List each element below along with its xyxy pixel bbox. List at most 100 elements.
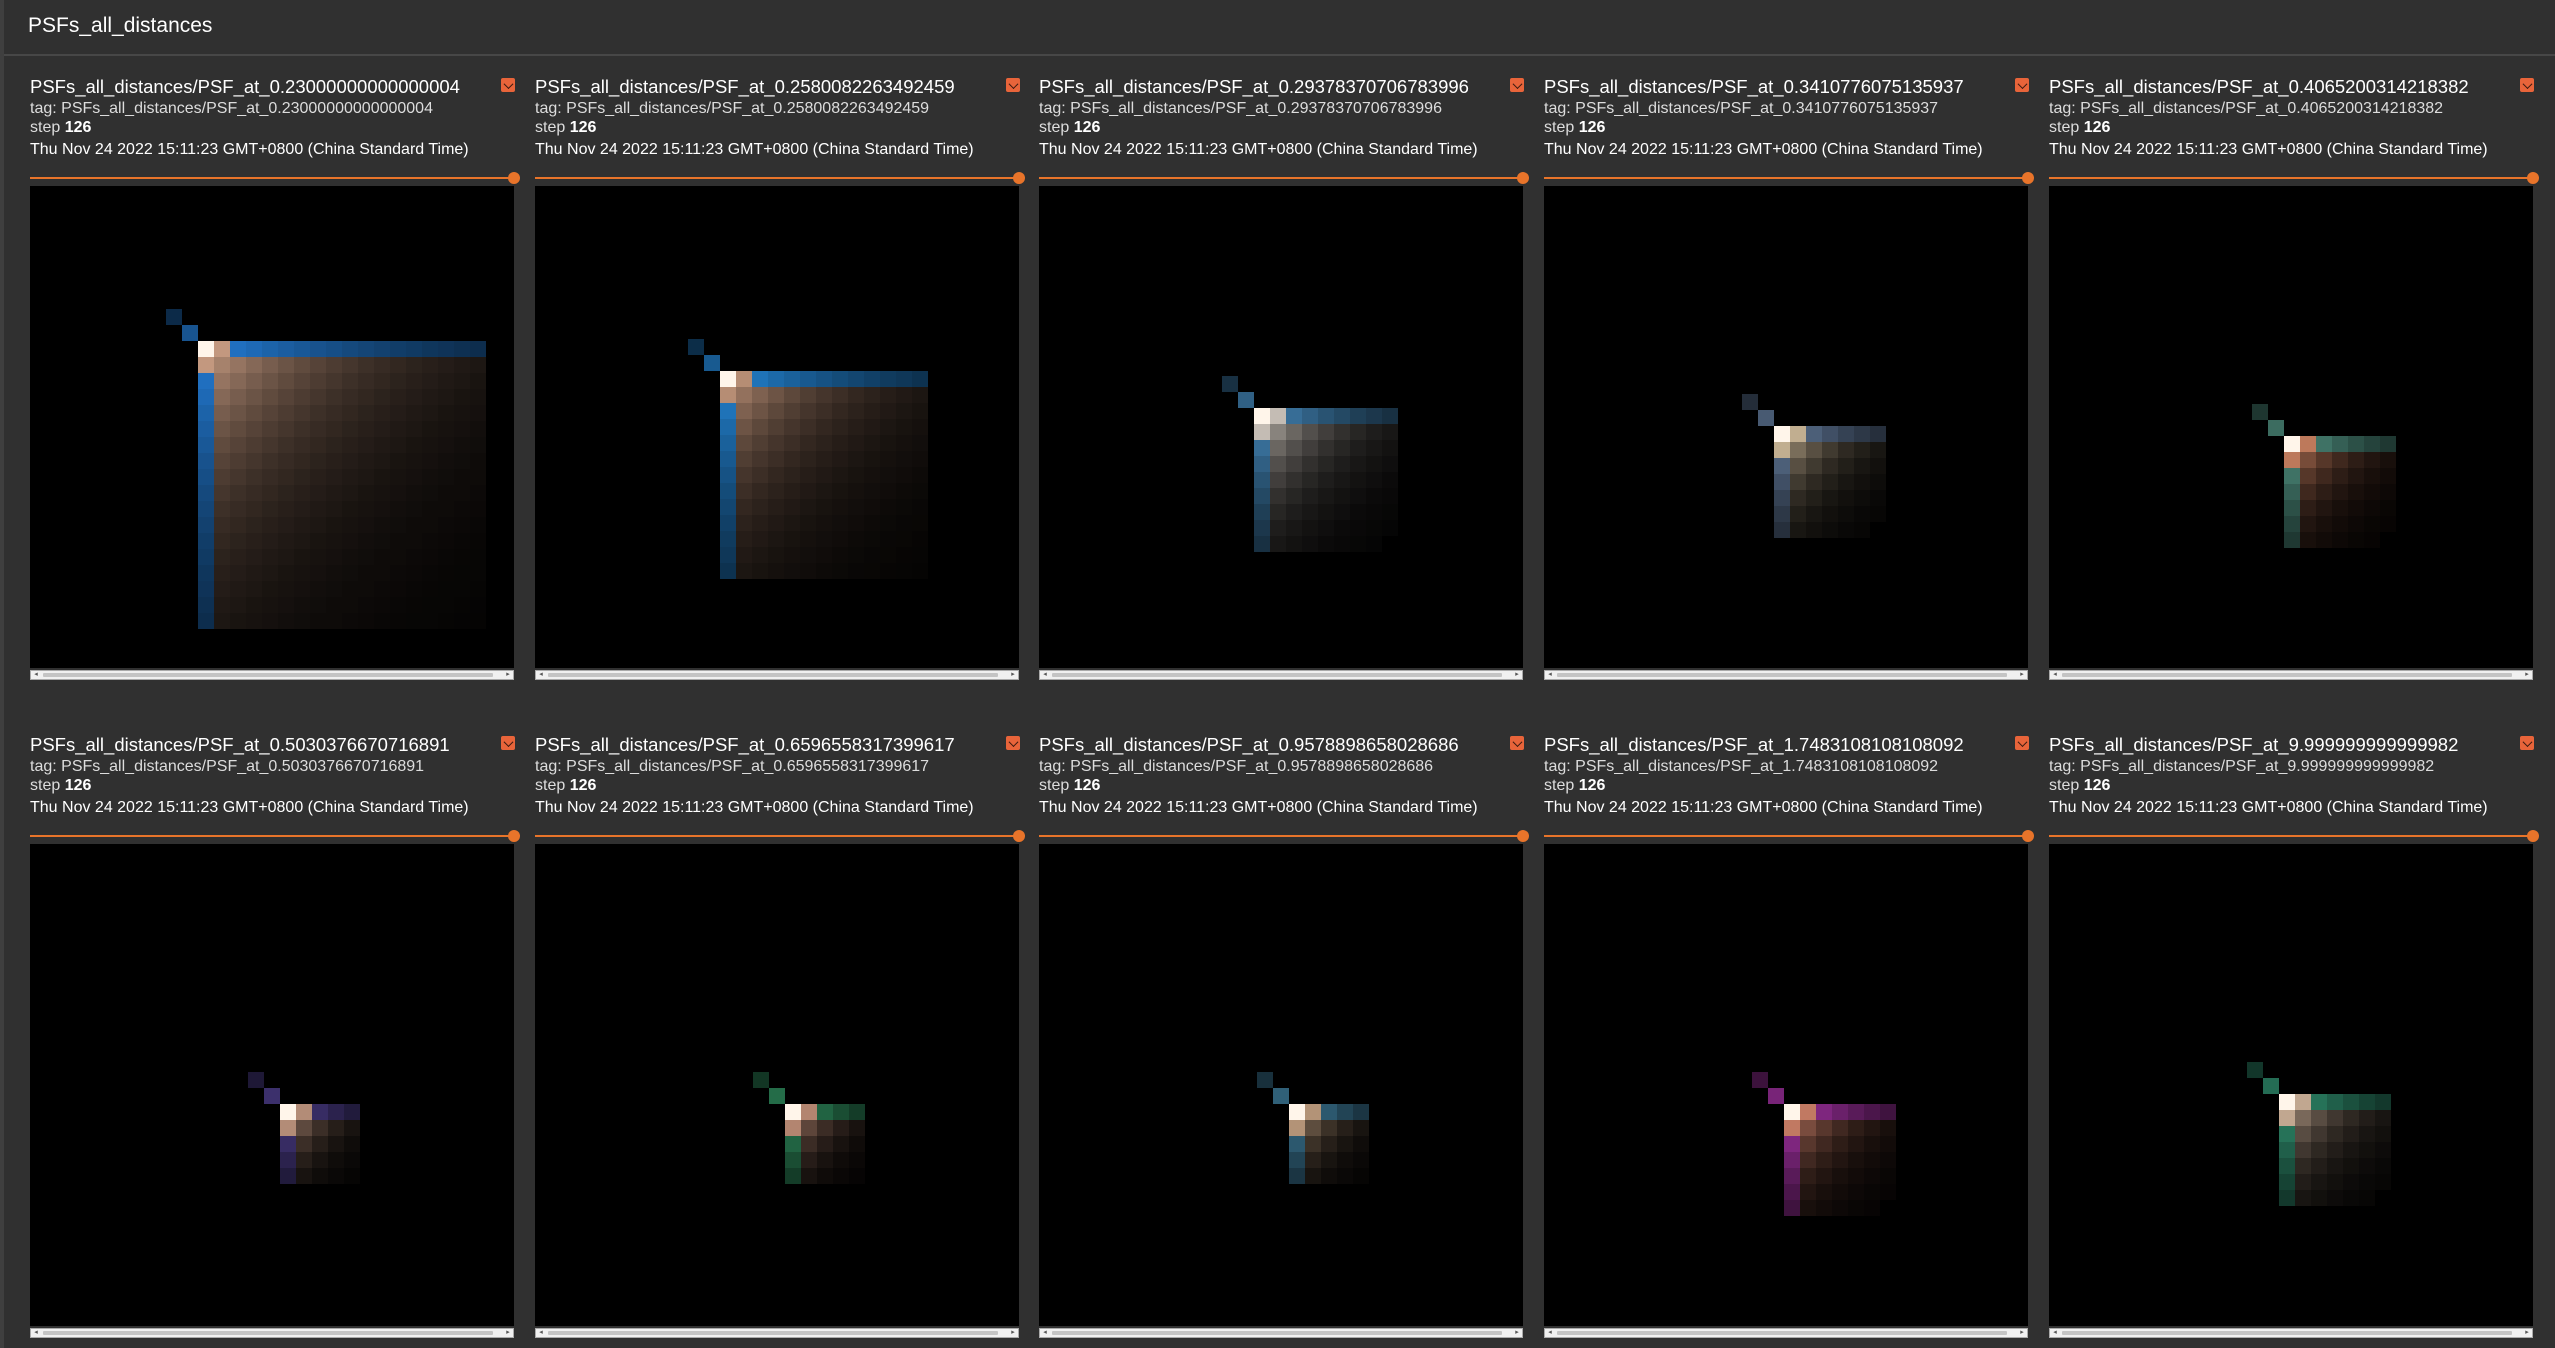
scrollbar-thumb[interactable] — [2062, 1331, 2512, 1335]
scroll-left-icon[interactable]: ◂ — [1040, 671, 1050, 679]
scrollbar-thumb[interactable] — [548, 673, 998, 677]
step-label: step — [2049, 777, 2080, 794]
slider-thumb[interactable] — [2527, 830, 2539, 842]
scroll-left-icon[interactable]: ◂ — [31, 671, 41, 679]
scroll-right-icon[interactable]: ▸ — [503, 671, 513, 679]
horizontal-scrollbar[interactable]: ◂ ▸ — [1039, 1328, 1523, 1338]
step-value: 126 — [1578, 119, 1606, 136]
scroll-left-icon[interactable]: ◂ — [31, 1329, 41, 1337]
scroll-left-icon[interactable]: ◂ — [536, 1329, 546, 1337]
tag-value: PSFs_all_distances/PSF_at_9.999999999999… — [2080, 758, 2435, 775]
scroll-right-icon[interactable]: ▸ — [2522, 1329, 2532, 1337]
card-title: PSFs_all_distances/PSF_at_0.406520031421… — [2049, 76, 2469, 97]
scrollbar-thumb[interactable] — [1052, 1331, 1502, 1335]
slider-thumb[interactable] — [2022, 830, 2034, 842]
horizontal-scrollbar[interactable]: ◂ ▸ — [30, 670, 514, 680]
step-slider[interactable] — [535, 830, 1025, 842]
expand-icon[interactable] — [2520, 736, 2534, 750]
scrollbar-thumb[interactable] — [1557, 1331, 2007, 1335]
card-timestamp: Thu Nov 24 2022 15:11:23 GMT+0800 (China… — [1039, 141, 1478, 158]
slider-thumb[interactable] — [2022, 172, 2034, 184]
scrollbar-thumb[interactable] — [43, 673, 493, 677]
slider-track-filled — [30, 835, 514, 837]
psf-image — [30, 186, 514, 668]
step-slider[interactable] — [30, 830, 520, 842]
slider-track-filled — [535, 835, 1019, 837]
step-slider[interactable] — [1039, 830, 1529, 842]
expand-icon[interactable] — [1510, 78, 1524, 92]
slider-track-filled — [1039, 835, 1523, 837]
tag-value: PSFs_all_distances/PSF_at_0.503037667071… — [61, 758, 425, 775]
tag-value: PSFs_all_distances/PSF_at_0.957889865802… — [1070, 758, 1434, 775]
psf-image — [1544, 844, 2028, 1326]
psf-image — [2049, 844, 2533, 1326]
expand-icon[interactable] — [1006, 736, 1020, 750]
scroll-left-icon[interactable]: ◂ — [1040, 1329, 1050, 1337]
tag-prefix: tag: — [535, 758, 562, 775]
tag-value: PSFs_all_distances/PSF_at_0.258008226349… — [566, 100, 930, 117]
step-slider[interactable] — [30, 172, 520, 184]
scroll-left-icon[interactable]: ◂ — [1545, 671, 1555, 679]
step-slider[interactable] — [1544, 172, 2034, 184]
scroll-right-icon[interactable]: ▸ — [1512, 1329, 1522, 1337]
card-title: PSFs_all_distances/PSF_at_9.999999999999… — [2049, 734, 2459, 755]
group-header[interactable]: PSFs_all_distances — [4, 0, 2555, 56]
step-value: 126 — [2083, 119, 2111, 136]
scrollbar-thumb[interactable] — [1052, 673, 1502, 677]
step-slider[interactable] — [2049, 172, 2539, 184]
card-tag: tag: PSFs_all_distances/PSF_at_0.2937837… — [1039, 100, 1442, 118]
scroll-right-icon[interactable]: ▸ — [2017, 671, 2027, 679]
scroll-right-icon[interactable]: ▸ — [2522, 671, 2532, 679]
step-value: 126 — [64, 119, 92, 136]
horizontal-scrollbar[interactable]: ◂ ▸ — [30, 1328, 514, 1338]
step-slider[interactable] — [1039, 172, 1529, 184]
slider-track-filled — [2049, 177, 2533, 179]
tag-value: PSFs_all_distances/PSF_at_1.748310810810… — [1575, 758, 1939, 775]
horizontal-scrollbar[interactable]: ◂ ▸ — [1544, 670, 2028, 680]
expand-icon[interactable] — [1510, 736, 1524, 750]
expand-icon[interactable] — [2015, 736, 2029, 750]
scroll-right-icon[interactable]: ▸ — [2017, 1329, 2027, 1337]
scroll-left-icon[interactable]: ◂ — [1545, 1329, 1555, 1337]
card-title: PSFs_all_distances/PSF_at_0.230000000000… — [30, 76, 460, 97]
expand-icon[interactable] — [2520, 78, 2534, 92]
scroll-right-icon[interactable]: ▸ — [1008, 1329, 1018, 1337]
slider-thumb[interactable] — [1013, 172, 1025, 184]
card-timestamp: Thu Nov 24 2022 15:11:23 GMT+0800 (China… — [1544, 141, 1983, 158]
scrollbar-thumb[interactable] — [1557, 673, 2007, 677]
scroll-right-icon[interactable]: ▸ — [1512, 671, 1522, 679]
slider-thumb[interactable] — [508, 172, 520, 184]
scrollbar-thumb[interactable] — [548, 1331, 998, 1335]
slider-thumb[interactable] — [1517, 172, 1529, 184]
horizontal-scrollbar[interactable]: ◂ ▸ — [535, 670, 1019, 680]
scroll-right-icon[interactable]: ▸ — [503, 1329, 513, 1337]
slider-thumb[interactable] — [1013, 830, 1025, 842]
scrollbar-thumb[interactable] — [2062, 673, 2512, 677]
expand-icon[interactable] — [501, 78, 515, 92]
card-timestamp: Thu Nov 24 2022 15:11:23 GMT+0800 (China… — [1544, 799, 1983, 816]
scrollbar-thumb[interactable] — [43, 1331, 493, 1335]
step-slider[interactable] — [535, 172, 1025, 184]
horizontal-scrollbar[interactable]: ◂ ▸ — [535, 1328, 1019, 1338]
horizontal-scrollbar[interactable]: ◂ ▸ — [1039, 670, 1523, 680]
step-slider[interactable] — [1544, 830, 2034, 842]
horizontal-scrollbar[interactable]: ◂ ▸ — [1544, 1328, 2028, 1338]
slider-thumb[interactable] — [1517, 830, 1529, 842]
horizontal-scrollbar[interactable]: ◂ ▸ — [2049, 1328, 2533, 1338]
step-slider[interactable] — [2049, 830, 2539, 842]
scroll-left-icon[interactable]: ◂ — [2050, 1329, 2060, 1337]
scroll-left-icon[interactable]: ◂ — [536, 671, 546, 679]
tag-prefix: tag: — [1039, 758, 1066, 775]
image-card: PSFs_all_distances/PSF_at_0.957889865802… — [1038, 716, 1529, 1338]
scroll-left-icon[interactable]: ◂ — [2050, 671, 2060, 679]
expand-icon[interactable] — [2015, 78, 2029, 92]
scroll-right-icon[interactable]: ▸ — [1008, 671, 1018, 679]
step-value: 126 — [2083, 777, 2111, 794]
step-label: step — [2049, 119, 2080, 136]
expand-icon[interactable] — [1006, 78, 1020, 92]
expand-icon[interactable] — [501, 736, 515, 750]
card-title: PSFs_all_distances/PSF_at_0.293783707067… — [1039, 76, 1469, 97]
horizontal-scrollbar[interactable]: ◂ ▸ — [2049, 670, 2533, 680]
slider-thumb[interactable] — [2527, 172, 2539, 184]
slider-thumb[interactable] — [508, 830, 520, 842]
